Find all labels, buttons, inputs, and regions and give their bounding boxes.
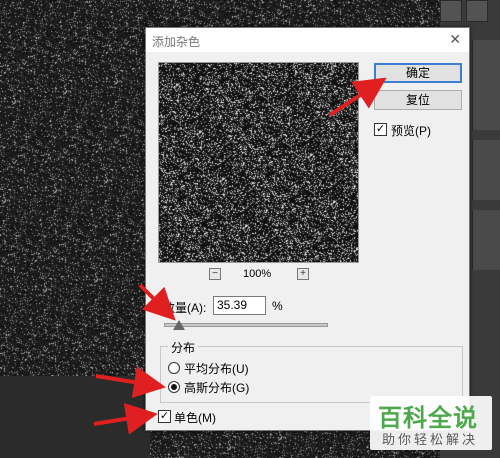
panel-side-bar: [472, 40, 500, 130]
gaussian-radio[interactable]: [168, 381, 180, 393]
gaussian-label: 高斯分布(G): [184, 381, 250, 395]
zoom-out-button[interactable]: −: [209, 268, 221, 280]
document-area-bottom: [0, 376, 150, 458]
amount-unit: %: [272, 299, 283, 313]
distribution-group-title: 分布: [168, 339, 199, 356]
preview-noise-image: [159, 63, 358, 262]
reset-button[interactable]: 复位: [374, 90, 462, 110]
uniform-label: 平均分布(U): [184, 362, 249, 376]
zoom-in-button[interactable]: +: [297, 268, 309, 280]
panel-tool-button[interactable]: [466, 0, 488, 22]
watermark-logo: 百科全说 助你轻松解决: [370, 396, 492, 450]
ok-button[interactable]: 确定: [374, 63, 462, 83]
monochromatic-checkbox[interactable]: ✓: [158, 410, 171, 423]
uniform-radio[interactable]: [168, 362, 180, 374]
dialog-title: 添加杂色: [152, 35, 201, 49]
amount-slider-track[interactable]: [164, 323, 328, 327]
filter-preview[interactable]: [158, 62, 359, 263]
watermark-sub-text: 助你轻松解决: [382, 432, 479, 447]
amount-slider-thumb[interactable]: [172, 320, 185, 330]
preview-label: 预览(P): [391, 124, 431, 138]
preview-checkbox[interactable]: ✓: [374, 123, 387, 136]
panel-side-bar: [472, 140, 500, 200]
amount-input[interactable]: 35.39: [213, 296, 266, 315]
watermark-main-text: 百科全说: [378, 405, 478, 432]
add-noise-dialog: 添加杂色 ✕ − 100% + 确定 复位 ✓ 预览(P) 数量(A): 35.…: [145, 27, 470, 431]
zoom-value: 100%: [243, 268, 272, 280]
dialog-titlebar[interactable]: 添加杂色 ✕: [146, 28, 469, 52]
monochromatic-label: 单色(M): [174, 411, 216, 425]
panel-side-bar: [472, 210, 500, 270]
close-icon[interactable]: ✕: [449, 31, 461, 48]
panel-tool-button[interactable]: [440, 0, 462, 22]
amount-label: 数量(A):: [163, 301, 207, 315]
